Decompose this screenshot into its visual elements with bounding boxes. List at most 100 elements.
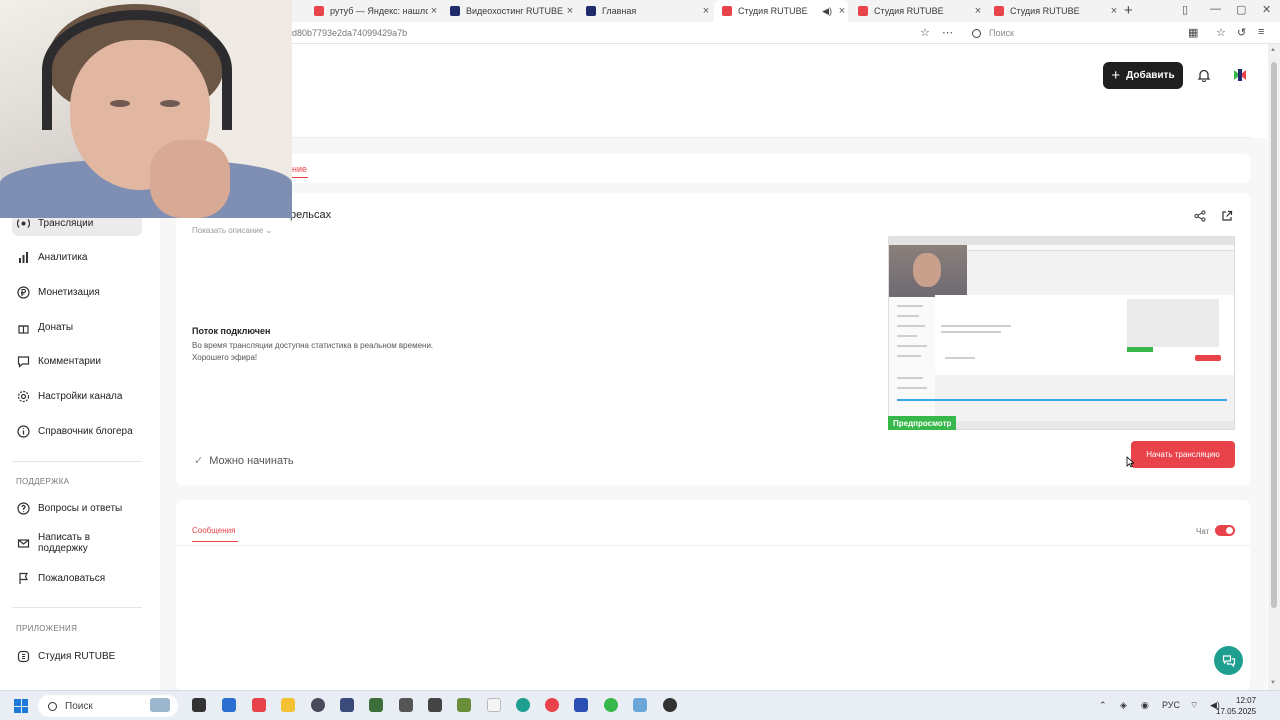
- menu-icon[interactable]: ≡: [1258, 26, 1264, 38]
- preview-line: [897, 325, 925, 327]
- app-icon[interactable]: [399, 698, 413, 712]
- yandex-browser-icon[interactable]: [252, 698, 266, 712]
- url-text[interactable]: d80b7793e2da74099429a7b: [292, 28, 407, 38]
- store-icon[interactable]: [222, 698, 236, 712]
- sidebar-item-label: Настройки канала: [38, 390, 123, 402]
- close-icon[interactable]: ×: [564, 5, 576, 17]
- flag-icon: [17, 572, 30, 585]
- browser-tab[interactable]: Студия RUTUBE ×: [850, 0, 984, 22]
- minecraft-icon[interactable]: [457, 698, 471, 712]
- favorites-icon[interactable]: ☆: [1216, 26, 1226, 39]
- speaker-icon[interactable]: ◀): [822, 6, 832, 17]
- add-button[interactable]: + Добавить: [1103, 62, 1183, 89]
- close-icon[interactable]: ×: [972, 5, 984, 17]
- sidebar-item-label: Справочник блогера: [38, 425, 133, 437]
- task-view-icon[interactable]: [192, 698, 206, 712]
- show-description-link[interactable]: Показать описание ⌄: [192, 226, 272, 235]
- rutube-studio-icon: [858, 6, 868, 16]
- maximize-icon[interactable]: ▢: [1236, 3, 1246, 16]
- tray-chevron-icon[interactable]: ⌃: [1099, 700, 1107, 711]
- gamepad-icon[interactable]: [311, 698, 325, 712]
- app-icon[interactable]: [633, 698, 647, 712]
- bell-icon[interactable]: [1197, 68, 1211, 82]
- edge-icon[interactable]: [516, 698, 530, 712]
- stream-info-line: Хорошего эфира!: [192, 353, 258, 362]
- external-link-icon[interactable]: [1221, 210, 1233, 222]
- sidebar-item-studio-app[interactable]: Студия RUTUBE: [12, 643, 142, 669]
- stream-preview[interactable]: [888, 236, 1235, 430]
- obs-icon[interactable]: [663, 698, 677, 712]
- browser-tab[interactable]: рутуб — Яндекс: нашлос ×: [306, 0, 440, 22]
- sidebar-item-monetization[interactable]: Монетизация: [12, 279, 142, 305]
- browser-tab-active[interactable]: Студия RUTUBE ◀) ×: [714, 0, 848, 22]
- browser-tab[interactable]: Видеохостинг RUTUBE. Сі ×: [442, 0, 576, 22]
- stream-tabs-card: [176, 154, 1250, 183]
- studio-icon: [17, 650, 30, 663]
- language-indicator[interactable]: РУС: [1162, 700, 1180, 710]
- browser-tab[interactable]: Студия RUTUBE ×: [986, 0, 1120, 22]
- close-icon[interactable]: ×: [428, 5, 440, 17]
- minimize-icon[interactable]: —: [1210, 3, 1221, 15]
- close-icon[interactable]: ×: [700, 5, 712, 17]
- avatar[interactable]: [1232, 68, 1248, 82]
- taskbar-clock[interactable]: 12:07 17.05.2025: [1216, 695, 1257, 717]
- apps-grid-icon[interactable]: ▦: [1188, 26, 1198, 39]
- windows-start-icon[interactable]: [14, 699, 28, 713]
- app-icon[interactable]: [340, 698, 354, 712]
- opera-icon[interactable]: [545, 698, 559, 712]
- browser-tab-label: Студия RUTUBE: [738, 6, 808, 16]
- sidebar-item-channel-settings[interactable]: Настройки канала: [12, 383, 142, 409]
- notepad-icon[interactable]: [487, 698, 501, 712]
- sidebar-item-donates[interactable]: Донаты: [12, 314, 142, 340]
- network-icon[interactable]: ◉: [1141, 700, 1149, 711]
- browser-tab-label: Студия RUTUBE: [874, 6, 944, 16]
- scrollbar-thumb[interactable]: [1271, 62, 1277, 608]
- taskbar: Поиск ⌃ ◈ ◉ РУС ⌔ ◀) 12:07 17.05.2025: [0, 690, 1280, 720]
- sidebar-item-faq[interactable]: Вопросы и ответы: [12, 495, 142, 521]
- page-scrollbar[interactable]: ▲ ▼: [1268, 44, 1280, 690]
- close-icon[interactable]: ×: [836, 5, 848, 17]
- rutube-studio-icon: [994, 6, 1004, 16]
- browser-search-box[interactable]: Поиск: [966, 24, 1176, 42]
- browser-tab[interactable]: Главная ×: [578, 0, 712, 22]
- sidebar-item-write-support[interactable]: Написать в поддержку: [12, 530, 142, 556]
- preview-face: [913, 253, 941, 287]
- support-chat-button[interactable]: [1214, 646, 1243, 675]
- sidebar-item-comments[interactable]: Комментарии: [12, 348, 142, 374]
- start-broadcast-button[interactable]: Начать трансляцию: [1131, 441, 1235, 468]
- close-icon[interactable]: ×: [1108, 5, 1120, 17]
- scroll-up-icon[interactable]: ▲: [1270, 47, 1276, 53]
- sidebar-item-blogger-guide[interactable]: Справочник блогера: [12, 418, 142, 444]
- sidebar-item-report[interactable]: Пожаловаться: [12, 565, 142, 591]
- app-icon[interactable]: [428, 698, 442, 712]
- rutube-icon: [586, 6, 596, 16]
- sidebar-divider: [12, 607, 142, 608]
- tab-active-label[interactable]: ние: [292, 164, 307, 174]
- share-icon[interactable]: [1194, 210, 1206, 222]
- wifi-icon[interactable]: ⌔: [1190, 700, 1198, 711]
- scroll-down-icon[interactable]: ▼: [1270, 680, 1276, 686]
- tab-messages[interactable]: Сообщения: [192, 526, 235, 535]
- search-highlight-icon[interactable]: [150, 698, 170, 712]
- file-explorer-icon[interactable]: [281, 698, 295, 712]
- more-icon[interactable]: ⋯: [942, 26, 953, 39]
- chrome-icon[interactable]: [604, 698, 618, 712]
- history-icon[interactable]: ↺: [1237, 26, 1246, 39]
- sidebar-item-analytics[interactable]: Аналитика: [12, 244, 142, 270]
- clock-time: 12:07: [1236, 696, 1257, 705]
- app-icon[interactable]: [369, 698, 383, 712]
- tab-underline: [292, 177, 308, 178]
- preview-line: [897, 355, 921, 357]
- new-tab-icon[interactable]: +: [1124, 2, 1133, 19]
- chat-toggle[interactable]: [1215, 525, 1235, 536]
- sidebar-divider: [12, 461, 142, 462]
- window-close-icon[interactable]: ✕: [1262, 3, 1271, 16]
- preview-tab-strip: [889, 237, 1234, 245]
- preview-line: [945, 357, 975, 359]
- app-icon[interactable]: [574, 698, 588, 712]
- bookmarks-icon[interactable]: ▯: [1182, 3, 1188, 16]
- tray-app-icon[interactable]: ◈: [1120, 700, 1127, 711]
- preview-line: [897, 305, 923, 307]
- bookmark-star-icon[interactable]: ☆: [920, 26, 930, 39]
- sidebar-item-label: Написать в поддержку: [38, 532, 91, 554]
